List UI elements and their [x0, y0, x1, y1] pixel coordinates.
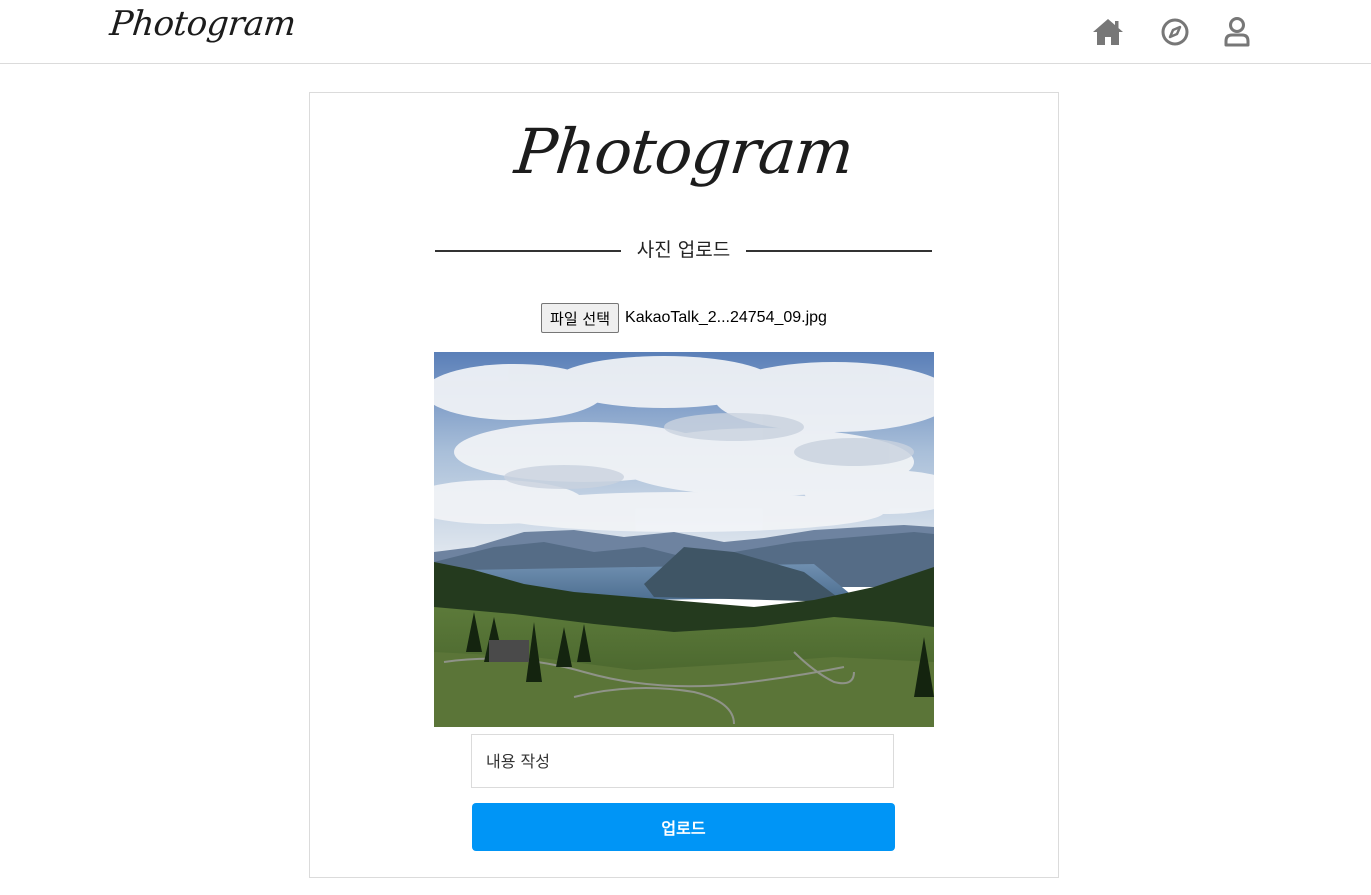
upload-button[interactable]: 업로드 — [472, 803, 895, 851]
file-picker: 파일 선택 KakaoTalk_2...24754_09.jpg — [310, 303, 1058, 333]
user-icon[interactable] — [1219, 14, 1255, 50]
card-logo: Photogram — [511, 115, 857, 188]
top-navbar: Photogram — [0, 0, 1371, 64]
divider-left — [435, 250, 621, 252]
upload-card: Photogram 사진 업로드 파일 선택 KakaoTalk_2...247… — [309, 92, 1059, 878]
choose-file-button[interactable]: 파일 선택 — [541, 303, 620, 333]
navbar-logo[interactable]: Photogram — [108, 4, 298, 44]
home-icon[interactable] — [1090, 14, 1126, 50]
image-preview — [434, 352, 934, 727]
caption-input[interactable] — [471, 734, 894, 788]
section-title: 사진 업로드 — [636, 239, 731, 261]
selected-file-name: KakaoTalk_2...24754_09.jpg — [625, 309, 827, 326]
compass-icon[interactable] — [1157, 14, 1193, 50]
divider-right — [746, 250, 932, 252]
